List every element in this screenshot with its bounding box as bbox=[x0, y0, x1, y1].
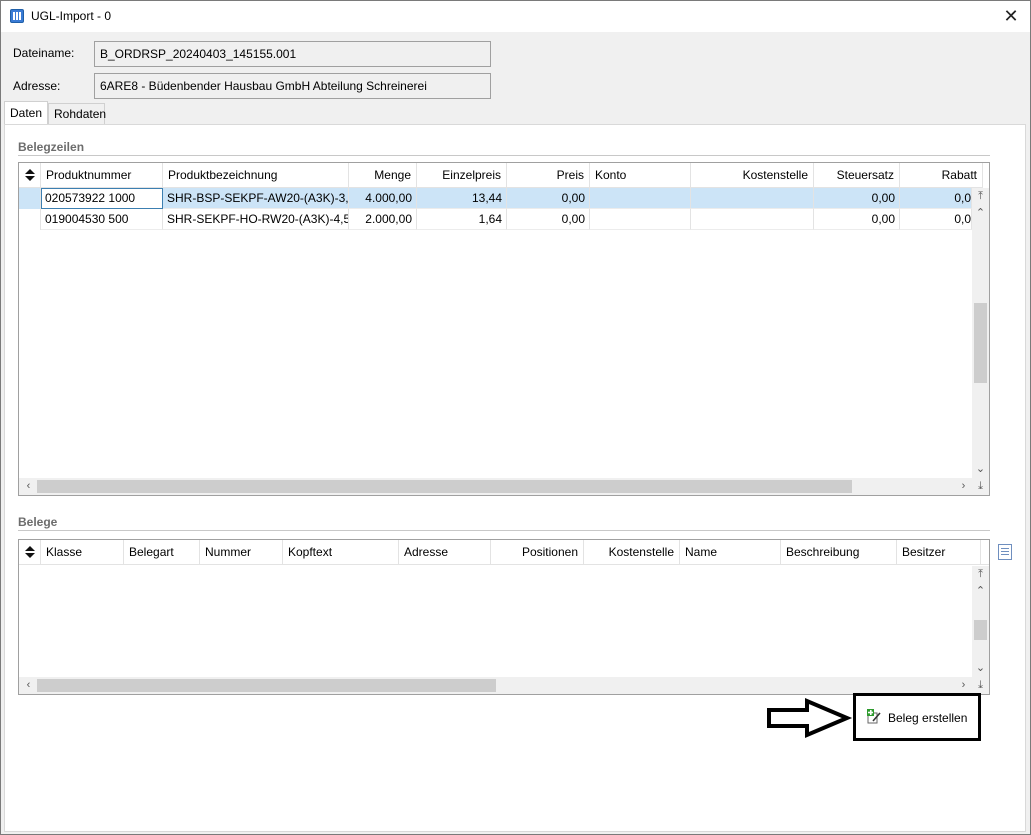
cell-produktnummer[interactable]: 019004530 500 bbox=[41, 209, 163, 230]
cell-produktbezeichnung[interactable]: SHR-SEKPF-HO-RW20-(A3K)-4,5X bbox=[163, 209, 349, 230]
col-adresse[interactable]: Adresse bbox=[399, 540, 491, 565]
dateiname-field[interactable]: B_ORDRSP_20240403_145155.001 bbox=[94, 41, 491, 67]
row-indicator bbox=[19, 209, 41, 230]
col-produktnummer[interactable]: Produktnummer bbox=[41, 163, 163, 188]
col-besitzer[interactable]: Besitzer bbox=[897, 540, 981, 565]
cell-produktbezeichnung[interactable]: SHR-BSP-SEKPF-AW20-(A3K)-3,9X bbox=[163, 188, 349, 209]
horizontal-scroll-thumb[interactable] bbox=[37, 679, 496, 692]
scroll-up-icon[interactable]: ⌃ bbox=[972, 583, 989, 600]
cell-konto[interactable] bbox=[590, 209, 691, 230]
cell-einzelpreis[interactable]: 13,44 bbox=[417, 188, 507, 209]
beleg-erstellen-label: Beleg erstellen bbox=[888, 711, 968, 725]
scroll-down-icon[interactable]: ⌄ bbox=[972, 660, 989, 677]
col-produktbezeichnung[interactable]: Produktbezeichnung bbox=[163, 163, 349, 188]
col-einzelpreis[interactable]: Einzelpreis bbox=[417, 163, 507, 188]
cell-rabatt[interactable]: 0,0 bbox=[900, 209, 972, 230]
col-steuersatz[interactable]: Steuersatz bbox=[814, 163, 900, 188]
col-rabatt[interactable]: Rabatt bbox=[900, 163, 983, 188]
col-nummer[interactable]: Nummer bbox=[200, 540, 283, 565]
cell-kostenstelle[interactable] bbox=[691, 188, 814, 209]
sort-icon[interactable] bbox=[19, 163, 41, 188]
vertical-scroll-thumb[interactable] bbox=[974, 620, 987, 640]
cell-menge[interactable]: 4.000,00 bbox=[349, 188, 417, 209]
table-row[interactable]: 020573922 1000 SHR-BSP-SEKPF-AW20-(A3K)-… bbox=[19, 188, 972, 209]
scroll-up-icon[interactable]: ⌃ bbox=[972, 205, 989, 222]
col-konto[interactable]: Konto bbox=[590, 163, 691, 188]
belegzeilen-title: Belegzeilen bbox=[18, 140, 85, 154]
window-title: UGL-Import - 0 bbox=[31, 9, 112, 23]
col-beschreibung[interactable]: Beschreibung bbox=[781, 540, 897, 565]
col-preis[interactable]: Preis bbox=[507, 163, 590, 188]
cell-steuersatz[interactable]: 0,00 bbox=[814, 188, 900, 209]
col-name[interactable]: Name bbox=[680, 540, 781, 565]
belege-horizontal-scrollbar[interactable]: ‹ › ⤓ bbox=[19, 677, 989, 694]
belege-divider bbox=[18, 530, 990, 531]
scroll-right-icon[interactable]: › bbox=[955, 677, 972, 694]
document-list-icon[interactable] bbox=[998, 544, 1012, 560]
sort-icon[interactable] bbox=[19, 540, 41, 565]
ugl-import-window: UGL-Import - 0 ✕ Dateiname: B_ORDRSP_202… bbox=[0, 0, 1031, 835]
belegzeilen-vertical-scrollbar[interactable]: ⤒ ⌃ ⌄ bbox=[972, 188, 989, 478]
scroll-bottom-icon[interactable]: ⤓ bbox=[972, 677, 989, 694]
create-document-icon bbox=[867, 709, 881, 724]
table-row[interactable]: 019004530 500 SHR-SEKPF-HO-RW20-(A3K)-4,… bbox=[19, 209, 972, 230]
app-icon bbox=[10, 9, 24, 23]
scroll-left-icon[interactable]: ‹ bbox=[20, 478, 37, 495]
adresse-label: Adresse: bbox=[13, 79, 61, 93]
horizontal-scroll-thumb[interactable] bbox=[37, 480, 852, 493]
scroll-bottom-icon[interactable]: ⤓ bbox=[972, 478, 989, 495]
cell-menge[interactable]: 2.000,00 bbox=[349, 209, 417, 230]
col-belegart[interactable]: Belegart bbox=[124, 540, 200, 565]
col-kopftext[interactable]: Kopftext bbox=[283, 540, 399, 565]
beleg-erstellen-button[interactable]: Beleg erstellen bbox=[853, 693, 981, 741]
scroll-top-icon[interactable]: ⤒ bbox=[972, 188, 989, 205]
tab-rohdaten[interactable]: Rohdaten bbox=[48, 103, 106, 124]
scroll-right-icon[interactable]: › bbox=[955, 478, 972, 495]
belege-title: Belege bbox=[18, 515, 58, 529]
col-kostenstelle[interactable]: Kostenstelle bbox=[584, 540, 680, 565]
cell-rabatt[interactable]: 0,0 bbox=[900, 188, 972, 209]
cell-konto[interactable] bbox=[590, 188, 691, 209]
scroll-left-icon[interactable]: ‹ bbox=[20, 677, 37, 694]
col-klasse[interactable]: Klasse bbox=[41, 540, 124, 565]
belegzeilen-divider bbox=[18, 155, 990, 156]
col-kostenstelle[interactable]: Kostenstelle bbox=[691, 163, 814, 188]
belegzeilen-horizontal-scrollbar[interactable]: ‹ › ⤓ bbox=[19, 478, 989, 495]
cell-produktnummer[interactable]: 020573922 1000 bbox=[41, 188, 163, 209]
close-icon[interactable]: ✕ bbox=[1000, 5, 1022, 27]
callout-arrow-icon bbox=[767, 697, 853, 739]
col-menge[interactable]: Menge bbox=[349, 163, 417, 188]
cell-steuersatz[interactable]: 0,00 bbox=[814, 209, 900, 230]
scroll-top-icon[interactable]: ⤒ bbox=[972, 566, 989, 583]
col-positionen[interactable]: Positionen bbox=[491, 540, 584, 565]
col-truncated[interactable] bbox=[981, 540, 989, 565]
cell-kostenstelle[interactable] bbox=[691, 209, 814, 230]
scroll-down-icon[interactable]: ⌄ bbox=[972, 461, 989, 478]
title-bar: UGL-Import - 0 ✕ bbox=[1, 1, 1030, 32]
cell-preis[interactable]: 0,00 bbox=[507, 209, 590, 230]
belegzeilen-grid[interactable]: Produktnummer Produktbezeichnung Menge E… bbox=[18, 162, 990, 496]
belege-grid[interactable]: Klasse Belegart Nummer Kopftext Adresse … bbox=[18, 539, 990, 695]
belege-vertical-scrollbar[interactable]: ⤒ ⌃ ⌄ bbox=[972, 566, 989, 679]
row-indicator bbox=[19, 188, 41, 209]
vertical-scroll-thumb[interactable] bbox=[974, 303, 987, 383]
tab-daten[interactable]: Daten bbox=[4, 101, 48, 126]
cell-preis[interactable]: 0,00 bbox=[507, 188, 590, 209]
adresse-field[interactable]: 6ARE8 - Büdenbender Hausbau GmbH Abteilu… bbox=[94, 73, 491, 99]
dateiname-label: Dateiname: bbox=[13, 46, 75, 60]
cell-einzelpreis[interactable]: 1,64 bbox=[417, 209, 507, 230]
